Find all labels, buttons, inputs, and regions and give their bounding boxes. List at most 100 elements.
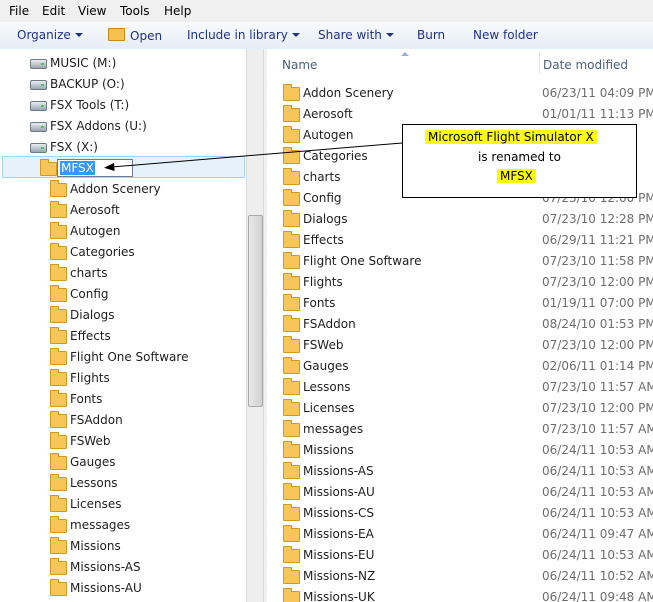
file-row[interactable]: Missions 06/24/11 10:53 AM xyxy=(267,440,653,461)
menu-bar: File Edit View Tools Help xyxy=(0,0,653,22)
file-name: Aerosoft xyxy=(303,107,353,121)
file-name: Lessons xyxy=(303,380,351,394)
folder-icon xyxy=(283,168,300,185)
folder-icon xyxy=(50,201,67,218)
nav-folder-label: Missions-AS xyxy=(70,560,141,574)
menu-help[interactable]: Help xyxy=(164,4,191,18)
file-date-modified: 06/24/11 10:53 AM xyxy=(542,443,653,457)
file-name: Flights xyxy=(303,275,343,289)
folder-icon xyxy=(50,411,67,428)
file-row[interactable]: Addon Scenery 06/23/11 04:09 PM xyxy=(267,83,653,104)
folder-icon xyxy=(283,567,300,584)
file-row[interactable]: Flights 07/23/10 12:00 PM xyxy=(267,272,653,293)
nav-drive-label: MUSIC (M:) xyxy=(50,56,117,70)
file-row[interactable]: Lessons 07/23/10 11:57 AM xyxy=(267,377,653,398)
menu-view[interactable]: View xyxy=(78,4,106,18)
file-row[interactable]: Effects 06/29/11 11:21 PM xyxy=(267,230,653,251)
drive-icon xyxy=(30,59,47,69)
file-row[interactable]: Gauges 02/06/11 01:14 PM xyxy=(267,356,653,377)
file-row[interactable]: Dialogs 07/23/10 12:28 PM xyxy=(267,209,653,230)
file-date-modified: 01/19/11 07:00 PM xyxy=(542,296,653,310)
nav-folder-label: Missions-AU xyxy=(70,581,142,595)
folder-icon xyxy=(50,474,67,491)
nav-folder-label: Gauges xyxy=(70,455,116,469)
nav-folder-label: Addon Scenery xyxy=(70,182,161,196)
nav-drive-label: FSX (X:) xyxy=(50,140,98,154)
folder-icon xyxy=(50,327,67,344)
column-separator[interactable] xyxy=(539,52,540,74)
file-row[interactable]: Fonts 01/19/11 07:00 PM xyxy=(267,293,653,314)
file-row[interactable]: Missions-AU 06/24/11 10:53 AM xyxy=(267,482,653,503)
file-row[interactable]: Missions-EA 06/24/11 09:47 AM xyxy=(267,524,653,545)
folder-icon xyxy=(283,504,300,521)
folder-icon xyxy=(50,243,67,260)
menu-edit[interactable]: Edit xyxy=(42,4,65,18)
nav-folder-label: Autogen xyxy=(70,224,121,238)
file-row[interactable]: Missions-CS 06/24/11 10:53 AM xyxy=(267,503,653,524)
file-row[interactable]: Missions-AS 06/24/11 10:53 AM xyxy=(267,461,653,482)
chevron-down-icon xyxy=(385,33,394,37)
file-row[interactable]: FSAddon 08/24/10 01:53 PM xyxy=(267,314,653,335)
nav-folder-label: Categories xyxy=(70,245,135,259)
menu-file[interactable]: File xyxy=(9,4,29,18)
nav-scrollbar-thumb[interactable] xyxy=(248,215,263,407)
file-name: Missions-EU xyxy=(303,548,375,562)
folder-icon xyxy=(50,390,67,407)
file-name: Missions-NZ xyxy=(303,569,376,583)
nav-folder-label: Flight One Software xyxy=(70,350,189,364)
folder-icon xyxy=(283,126,300,143)
file-date-modified: 02/06/11 01:14 PM xyxy=(542,359,653,373)
folder-icon xyxy=(283,252,300,269)
folder-icon xyxy=(50,453,67,470)
navigation-pane: MUSIC (M:) BACKUP (O:) FSX Tools (T:) FS… xyxy=(0,49,262,602)
file-date-modified: 06/24/11 10:52 AM xyxy=(542,569,653,583)
rename-input[interactable]: MFSX xyxy=(57,159,133,177)
file-name: Flight One Software xyxy=(303,254,422,268)
menu-tools[interactable]: Tools xyxy=(120,4,150,18)
file-name: Config xyxy=(303,191,342,205)
file-name: messages xyxy=(303,422,364,436)
folder-icon xyxy=(50,222,67,239)
file-row[interactable]: Missions-NZ 06/24/11 10:52 AM xyxy=(267,566,653,587)
file-row[interactable]: Flight One Software 07/23/10 11:58 PM xyxy=(267,251,653,272)
file-name: Missions-EA xyxy=(303,527,374,541)
folder-icon xyxy=(283,420,300,437)
file-name: Addon Scenery xyxy=(303,86,394,100)
nav-folder-label: Licenses xyxy=(70,497,122,511)
burn-button[interactable]: Burn xyxy=(417,28,445,42)
file-name: Autogen xyxy=(303,128,354,142)
file-date-modified: 06/24/11 09:47 AM xyxy=(542,527,653,541)
file-date-modified: 06/23/11 04:09 PM xyxy=(542,86,653,100)
file-date-modified: 06/24/11 10:53 AM xyxy=(542,485,653,499)
nav-folder-label: Aerosoft xyxy=(70,203,120,217)
new-folder-button[interactable]: New folder xyxy=(473,28,538,42)
folder-icon xyxy=(283,378,300,395)
file-row[interactable]: Aerosoft 01/01/11 11:13 PM xyxy=(267,104,653,125)
rename-input-text: MFSX xyxy=(60,161,95,175)
folder-icon xyxy=(283,231,300,248)
share-with-button[interactable]: Share with xyxy=(318,28,394,42)
file-date-modified: 06/24/11 09:48 AM xyxy=(542,590,653,602)
file-row[interactable]: Missions-EU 06/24/11 10:53 AM xyxy=(267,545,653,566)
folder-icon xyxy=(283,294,300,311)
open-button[interactable]: Open xyxy=(108,28,162,43)
file-row[interactable]: Missions-UK 06/24/11 09:48 AM xyxy=(267,587,653,602)
organize-label: Organize xyxy=(17,28,71,42)
folder-icon xyxy=(50,495,67,512)
include-in-library-label: Include in library xyxy=(187,28,288,42)
folder-icon xyxy=(283,105,300,122)
include-in-library-button[interactable]: Include in library xyxy=(187,28,300,42)
drive-icon xyxy=(30,80,47,90)
file-row[interactable]: messages 07/23/10 11:57 AM xyxy=(267,419,653,440)
nav-scrollbar[interactable] xyxy=(246,49,264,602)
file-name: FSWeb xyxy=(303,338,344,352)
file-row[interactable]: Licenses 07/23/10 12:00 PM xyxy=(267,398,653,419)
folder-icon xyxy=(283,315,300,332)
file-name: Missions-UK xyxy=(303,590,375,602)
file-row[interactable]: FSWeb 07/23/10 12:00 PM xyxy=(267,335,653,356)
folder-icon xyxy=(283,357,300,374)
folder-icon xyxy=(283,336,300,353)
share-with-label: Share with xyxy=(318,28,382,42)
file-date-modified: 06/29/11 11:21 PM xyxy=(542,233,653,247)
organize-button[interactable]: Organize xyxy=(17,28,83,42)
